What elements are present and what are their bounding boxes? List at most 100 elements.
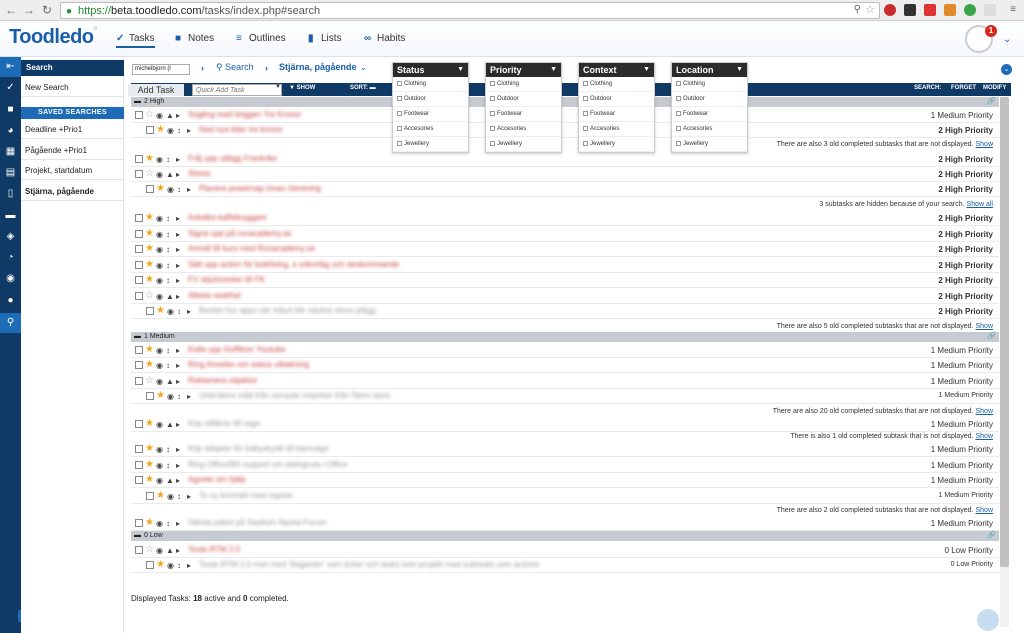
modify-button[interactable]: MODIFY bbox=[983, 85, 1006, 91]
expand-icon[interactable]: ▸ bbox=[176, 345, 180, 356]
star-icon[interactable]: ☆ bbox=[145, 109, 154, 120]
filter-option[interactable]: Jewellery bbox=[486, 137, 561, 152]
checkbox-icon[interactable] bbox=[490, 80, 495, 86]
filter-option[interactable]: Footwear bbox=[579, 107, 654, 122]
checkbox-icon[interactable] bbox=[676, 140, 681, 146]
checkbox-icon[interactable] bbox=[490, 140, 495, 146]
expand-icon[interactable]: ▸ bbox=[187, 125, 191, 136]
status-filter-dropdown[interactable]: Status ▼ Clothing Outdoor Footwear Acceso… bbox=[392, 62, 469, 153]
status-icon[interactable]: ◉ bbox=[156, 244, 163, 255]
status-icon[interactable]: ◉ bbox=[167, 184, 174, 195]
status-icon[interactable]: ◉ bbox=[156, 213, 163, 224]
forward-icon[interactable]: → bbox=[22, 3, 36, 17]
location-filter-header[interactable]: Location ▼ bbox=[672, 63, 747, 77]
priority-arrow-icon[interactable]: ↕ bbox=[177, 491, 181, 502]
task-checkbox[interactable] bbox=[135, 111, 143, 119]
people-icon[interactable]: ● bbox=[0, 291, 21, 311]
status-icon[interactable]: ◉ bbox=[156, 475, 163, 486]
task-row[interactable]: ★ ◉ ↕ ▸ Ring Anselan om status utbakning… bbox=[131, 358, 999, 373]
status-icon[interactable]: ◉ bbox=[156, 419, 163, 430]
expand-icon[interactable]: ▸ bbox=[176, 475, 180, 486]
task-priority[interactable]: 1 Medium Priority bbox=[939, 492, 993, 499]
location-filter-dropdown[interactable]: Location ▼ Clothing Outdoor Footwear Acce… bbox=[671, 62, 748, 153]
subtask-icon[interactable]: ▲ bbox=[166, 110, 174, 121]
filter-option[interactable]: Accesories bbox=[672, 122, 747, 137]
task-priority[interactable]: 2 High Priority bbox=[938, 230, 993, 239]
star-icon[interactable]: ★ bbox=[145, 153, 154, 164]
link-icon[interactable]: 🔗 bbox=[987, 97, 996, 107]
task-checkbox[interactable] bbox=[135, 546, 143, 554]
saved-search-item[interactable]: Projekt, startdatum bbox=[21, 161, 124, 180]
checkbox-icon[interactable] bbox=[490, 110, 495, 116]
task-checkbox[interactable] bbox=[135, 445, 143, 453]
back-icon[interactable]: ← bbox=[4, 3, 18, 17]
task-checkbox[interactable] bbox=[135, 214, 143, 222]
search-icon[interactable]: ⚲ bbox=[0, 313, 21, 333]
star-icon[interactable]: ★ bbox=[145, 443, 154, 454]
task-title[interactable]: To ny kontrakt med logrets bbox=[199, 491, 293, 500]
priority-arrow-icon[interactable]: ↕ bbox=[166, 154, 170, 165]
task-title[interactable]: Köp stålkniv till vagn bbox=[188, 419, 260, 428]
expand-icon[interactable]: ▸ bbox=[176, 229, 180, 240]
checkbox-icon[interactable] bbox=[676, 95, 681, 101]
expand-icon[interactable]: ▸ bbox=[176, 545, 180, 556]
star-icon[interactable]: ☆ bbox=[145, 168, 154, 179]
priority-arrow-icon[interactable]: ↕ bbox=[166, 260, 170, 271]
task-row[interactable]: ★ ◉ ↕ ▸ To ny kontrakt med logrets 1 Med… bbox=[131, 489, 999, 504]
status-icon[interactable]: ◉ bbox=[156, 110, 163, 121]
priority-arrow-icon[interactable]: ↕ bbox=[166, 444, 170, 455]
expand-icon[interactable]: ▸ bbox=[176, 275, 180, 286]
star-icon[interactable]: ★ bbox=[145, 359, 154, 370]
saved-search-item[interactable]: Deadline +Prio1 bbox=[21, 120, 124, 139]
task-checkbox[interactable] bbox=[135, 461, 143, 469]
expand-icon[interactable]: ▸ bbox=[176, 110, 180, 121]
priority-arrow-icon[interactable]: ↕ bbox=[177, 306, 181, 317]
expand-icon[interactable]: ▸ bbox=[176, 213, 180, 224]
expand-icon[interactable]: ▸ bbox=[176, 154, 180, 165]
account-select[interactable]: michelbjorn (l bbox=[132, 64, 190, 75]
task-priority[interactable]: 2 High Priority bbox=[938, 214, 993, 223]
task-title[interactable]: Testa RTM 2.0 bbox=[188, 545, 240, 554]
task-row[interactable]: ★ ◉ ↕ ▸ Köp adapter för babyskydd till b… bbox=[131, 442, 999, 457]
expand-icon[interactable]: ▸ bbox=[187, 560, 191, 571]
task-priority[interactable]: 1 Medium Priority bbox=[931, 346, 993, 355]
task-row[interactable]: ★ ◉ ↕ ▸ Fråj upp utlägg Frankrike 2 High… bbox=[131, 152, 999, 167]
star-icon[interactable]: ★ bbox=[156, 490, 165, 501]
add-task-button[interactable]: Add Task bbox=[128, 84, 184, 96]
browser-menu-icon[interactable]: ≡ bbox=[1006, 3, 1020, 17]
star-icon[interactable]: ★ bbox=[145, 459, 154, 470]
task-row[interactable]: ★ ◉ ↕ ▸ Utskrälera mått från senaste möj… bbox=[131, 389, 999, 404]
checkbox-icon[interactable] bbox=[676, 110, 681, 116]
clock-icon[interactable]: ◔ bbox=[0, 248, 21, 268]
expand-icon[interactable]: ▸ bbox=[187, 391, 191, 402]
task-title[interactable]: Hämta paket på Stadium Nacka Forum bbox=[188, 518, 326, 527]
calendar-icon[interactable]: ▦ bbox=[0, 142, 21, 162]
checkbox-icon[interactable] bbox=[397, 80, 402, 86]
task-title[interactable]: Köp adapter för babyskydd till barnvagn bbox=[188, 444, 329, 453]
checkbox-icon[interactable] bbox=[397, 125, 402, 131]
location-icon[interactable]: ◉ bbox=[0, 269, 21, 289]
star-icon[interactable]: ★ bbox=[156, 124, 165, 135]
expand-icon[interactable]: ▸ bbox=[176, 360, 180, 371]
date-icon[interactable]: ▤ bbox=[0, 163, 21, 183]
priority-arrow-icon[interactable]: ↕ bbox=[166, 460, 170, 471]
task-row[interactable]: ☆ ◉ ▲ ▸ Sogling med briggen Tre Kronor 1… bbox=[131, 108, 999, 123]
show-button[interactable]: ▼ SHOW bbox=[289, 85, 315, 91]
task-checkbox[interactable] bbox=[135, 346, 143, 354]
saved-search-item[interactable]: Pågående +Prio1 bbox=[21, 141, 124, 160]
expand-icon[interactable]: ▸ bbox=[176, 244, 180, 255]
task-priority[interactable]: 2 High Priority bbox=[938, 126, 993, 135]
task-checkbox[interactable] bbox=[146, 307, 154, 315]
task-priority[interactable]: 2 High Priority bbox=[938, 307, 993, 316]
show-all-link[interactable]: Show all bbox=[967, 201, 993, 208]
filter-option[interactable]: Accesories bbox=[486, 122, 561, 137]
task-priority[interactable]: 2 High Priority bbox=[938, 276, 993, 285]
breadcrumb-current-search[interactable]: Stjärna, pågående bbox=[279, 62, 357, 72]
task-title[interactable]: FV skjutsreslan till FK bbox=[188, 275, 265, 284]
status-icon[interactable]: ◉ bbox=[167, 125, 174, 136]
task-title[interactable]: Avkalka kaffebryggare bbox=[188, 213, 267, 222]
link-icon[interactable]: 🔗 bbox=[987, 332, 996, 342]
subtask-icon[interactable]: ▲ bbox=[166, 419, 174, 430]
task-row[interactable]: ★ ◉ ↕ ▸ Kolla upp Gofftiner Youtube 1 Me… bbox=[131, 343, 999, 358]
task-title[interactable]: Signa upp på runacademy.se bbox=[188, 229, 291, 238]
